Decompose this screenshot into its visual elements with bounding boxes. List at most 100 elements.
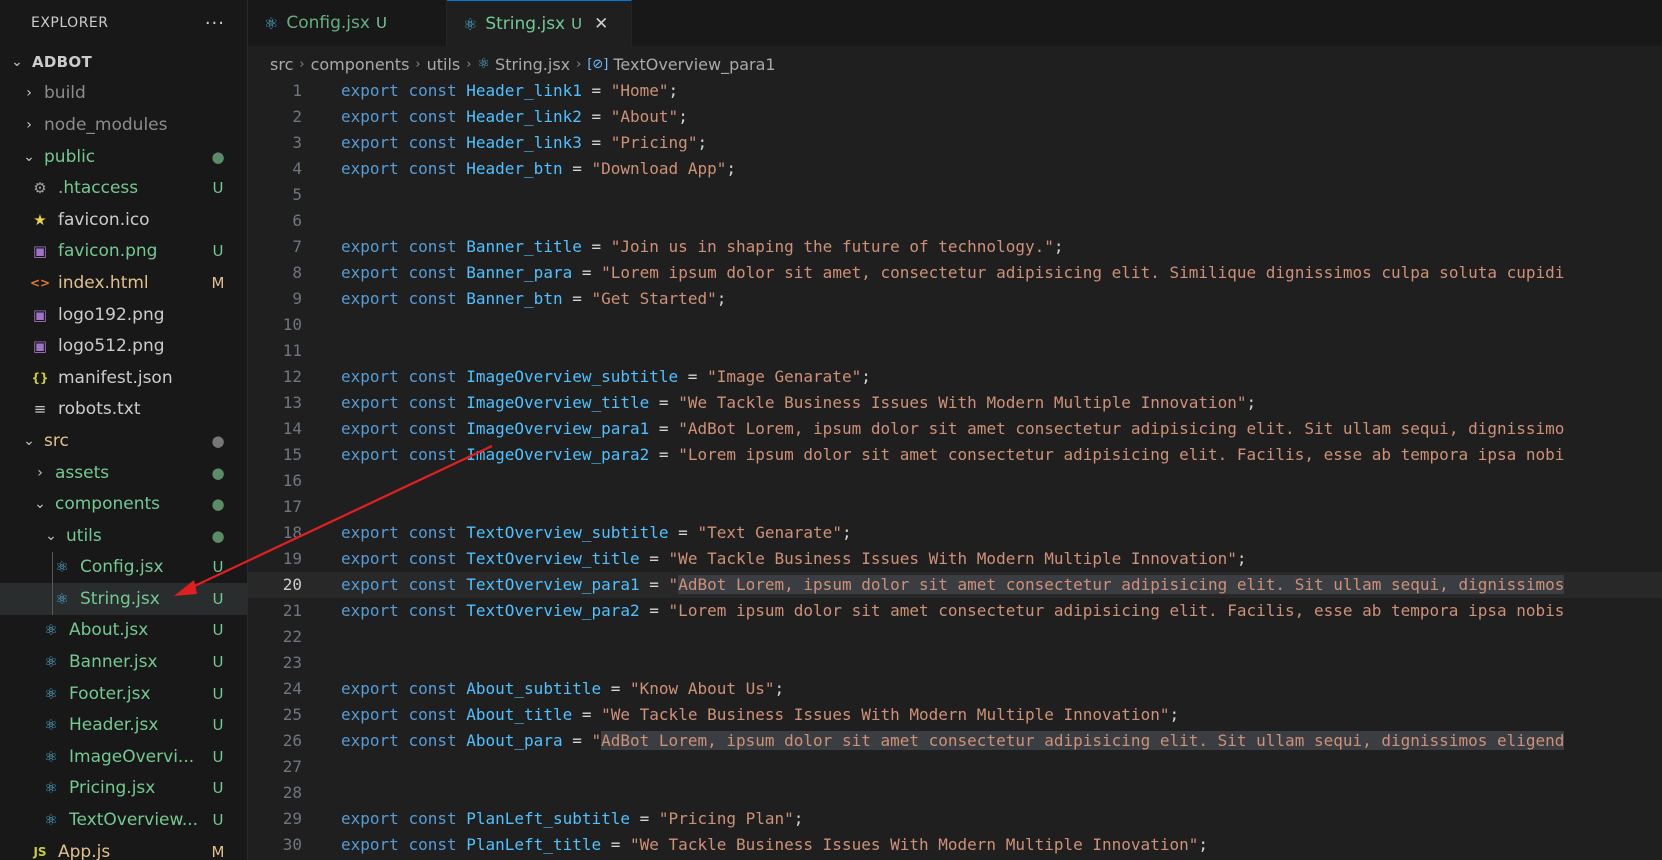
workspace-root[interactable]: ⌄ ADBOT [0,46,247,78]
file-index-html[interactable]: <> index.html M [0,267,247,299]
code-line[interactable]: 6 [248,208,1662,234]
code-line[interactable]: 22 [248,624,1662,650]
file-about-jsx[interactable]: ⚛ About.jsx U [0,615,247,647]
code-token: "Image Genarate" [707,367,862,386]
code-text: export const Banner_title = "Join us in … [341,234,1064,260]
code-line[interactable]: 18 export const TextOverview_subtitle = "… [248,520,1662,546]
code-token: "We Tackle Business Issues With Modern M… [630,835,1199,854]
code-token: export [341,159,399,178]
code-line[interactable]: 25 export const About_title = "We Tackle … [248,702,1662,728]
tab-config-jsx[interactable]: ⚛ Config.jsx U [248,0,447,46]
code-token: const [408,679,457,698]
file-pricing-jsx[interactable]: ⚛ Pricing.jsx U [0,773,247,805]
code-token: const [408,601,457,620]
folder-components[interactable]: ⌄ components ● [0,488,247,520]
code-token: export [341,601,399,620]
git-status-badge: U [212,558,224,577]
file-textoverview[interactable]: ⚛ TextOverview... U [0,804,247,836]
code-line[interactable]: 13 export const ImageOverview_title = "We… [248,390,1662,416]
code-line[interactable]: 2 export const Header_link2 = "About"; [248,104,1662,130]
code-line[interactable]: 21 export const TextOverview_para2 = "Lor… [248,598,1662,624]
code-line[interactable]: 12 export const ImageOverview_subtitle = … [248,364,1662,390]
folder-src[interactable]: ⌄ src ● [0,425,247,457]
code-token: "Lorem ipsum dolor sit amet, consectetur… [601,263,1565,282]
code-token: = [572,263,602,282]
close-icon[interactable]: ✕ [594,14,608,34]
file-app-js[interactable]: JS App.js M [0,836,247,860]
code-line[interactable]: 20 export const TextOverview_para1 = "AdB… [248,572,1662,598]
breadcrumb-item-file[interactable]: String.jsx [495,55,570,74]
code-line[interactable]: 29 export const PlanLeft_subtitle = "Pric… [248,806,1662,832]
file-htaccess[interactable]: ⚙ .htaccess U [0,172,247,204]
code-token: = [649,445,679,464]
file-favicon-ico[interactable]: ★ favicon.ico [0,204,247,236]
code-editor[interactable]: 1 export const Header_link1 = "Home"; 2 exp… [248,78,1662,860]
code-token: const [408,81,457,100]
code-line[interactable]: 9 export const Banner_btn = "Get Started"… [248,286,1662,312]
code-line[interactable]: 17 [248,494,1662,520]
breadcrumb-item-src[interactable]: src [270,55,293,74]
line-number: 30 [282,835,302,854]
code-token: export [341,107,399,126]
code-line[interactable]: 1 export const Header_link1 = "Home"; [248,78,1662,104]
code-token: "About" [610,107,679,126]
image-icon: ▣ [32,305,48,324]
file-footer-jsx[interactable]: ⚛ Footer.jsx U [0,678,247,710]
code-line[interactable]: 28 [248,780,1662,806]
file-manifest-json[interactable]: {} manifest.json [0,362,247,394]
explorer-header: EXPLORER ··· [0,0,247,46]
code-token: = [639,549,669,568]
file-favicon-png[interactable]: ▣ favicon.png U [0,236,247,268]
code-line[interactable]: 4 export const Header_btn = "Download App… [248,156,1662,182]
code-line[interactable]: 11 [248,338,1662,364]
folder-public[interactable]: ⌄ public ● [0,141,247,173]
code-token: Header_link1 [466,81,582,100]
code-line[interactable]: 15 export const ImageOverview_para2 = "Lo… [248,442,1662,468]
code-line[interactable]: 19 export const TextOverview_title = "We … [248,546,1662,572]
file-config-jsx[interactable]: ⚛ Config.jsx U [0,551,247,584]
folder-utils[interactable]: ⌄ utils ● [0,520,247,552]
breadcrumb-item-utils[interactable]: utils [427,55,461,74]
code-line[interactable]: 23 [248,650,1662,676]
code-line[interactable]: 24 export const About_subtitle = "Know Ab… [248,676,1662,702]
code-lines[interactable]: 1 export const Header_link1 = "Home"; 2 exp… [248,78,1662,858]
more-icon[interactable]: ··· [205,13,225,34]
code-line[interactable]: 26 export const About_para = "AdBot Lorem… [248,728,1662,754]
chevron-down-icon: ⌄ [45,527,57,544]
code-line[interactable]: 5 [248,182,1662,208]
file-logo192-png[interactable]: ▣ logo192.png [0,299,247,331]
breadcrumb-item-components[interactable]: components [311,55,410,74]
folder-build[interactable]: › build [0,78,247,110]
file-robots-txt[interactable]: ≡ robots.txt [0,394,247,426]
file-string-jsx[interactable]: ⚛ String.jsx U [0,583,247,615]
tree-item-label: logo512.png [58,336,165,357]
code-line[interactable]: 3 export const Header_link3 = "Pricing"; [248,130,1662,156]
code-line[interactable]: 8 export const Banner_para = "Lorem ipsum… [248,260,1662,286]
git-status-badge: ● [211,431,225,450]
file-banner-jsx[interactable]: ⚛ Banner.jsx U [0,646,247,678]
folder-assets[interactable]: › assets ● [0,457,247,489]
tab-string-jsx[interactable]: ⚛ String.jsx U ✕ [447,0,632,47]
code-line[interactable]: 10 [248,312,1662,338]
react-icon: ⚛ [44,684,58,703]
breadcrumb-item-symbol[interactable]: TextOverview_para1 [613,55,775,74]
file-header-jsx[interactable]: ⚛ Header.jsx U [0,709,247,741]
code-line[interactable]: 14 export const ImageOverview_para1 = "Ad… [248,416,1662,442]
code-line[interactable]: 16 [248,468,1662,494]
code-line[interactable]: 7 export const Banner_title = "Join us in… [248,234,1662,260]
code-line[interactable]: 30 export const PlanLeft_title = "We Tack… [248,832,1662,858]
code-token: const [408,107,457,126]
line-number: 15 [282,445,302,464]
file-imageovervi[interactable]: ⚛ ImageOvervi... U [0,741,247,773]
folder-node-modules[interactable]: › node_modules [0,109,247,141]
file-logo512-png[interactable]: ▣ logo512.png [0,330,247,362]
chevron-right-icon: › [299,56,305,72]
react-icon: ⚛ [44,716,58,735]
code-line[interactable]: 27 [248,754,1662,780]
line-number: 29 [282,809,302,828]
tree-item-label: index.html [58,272,149,293]
